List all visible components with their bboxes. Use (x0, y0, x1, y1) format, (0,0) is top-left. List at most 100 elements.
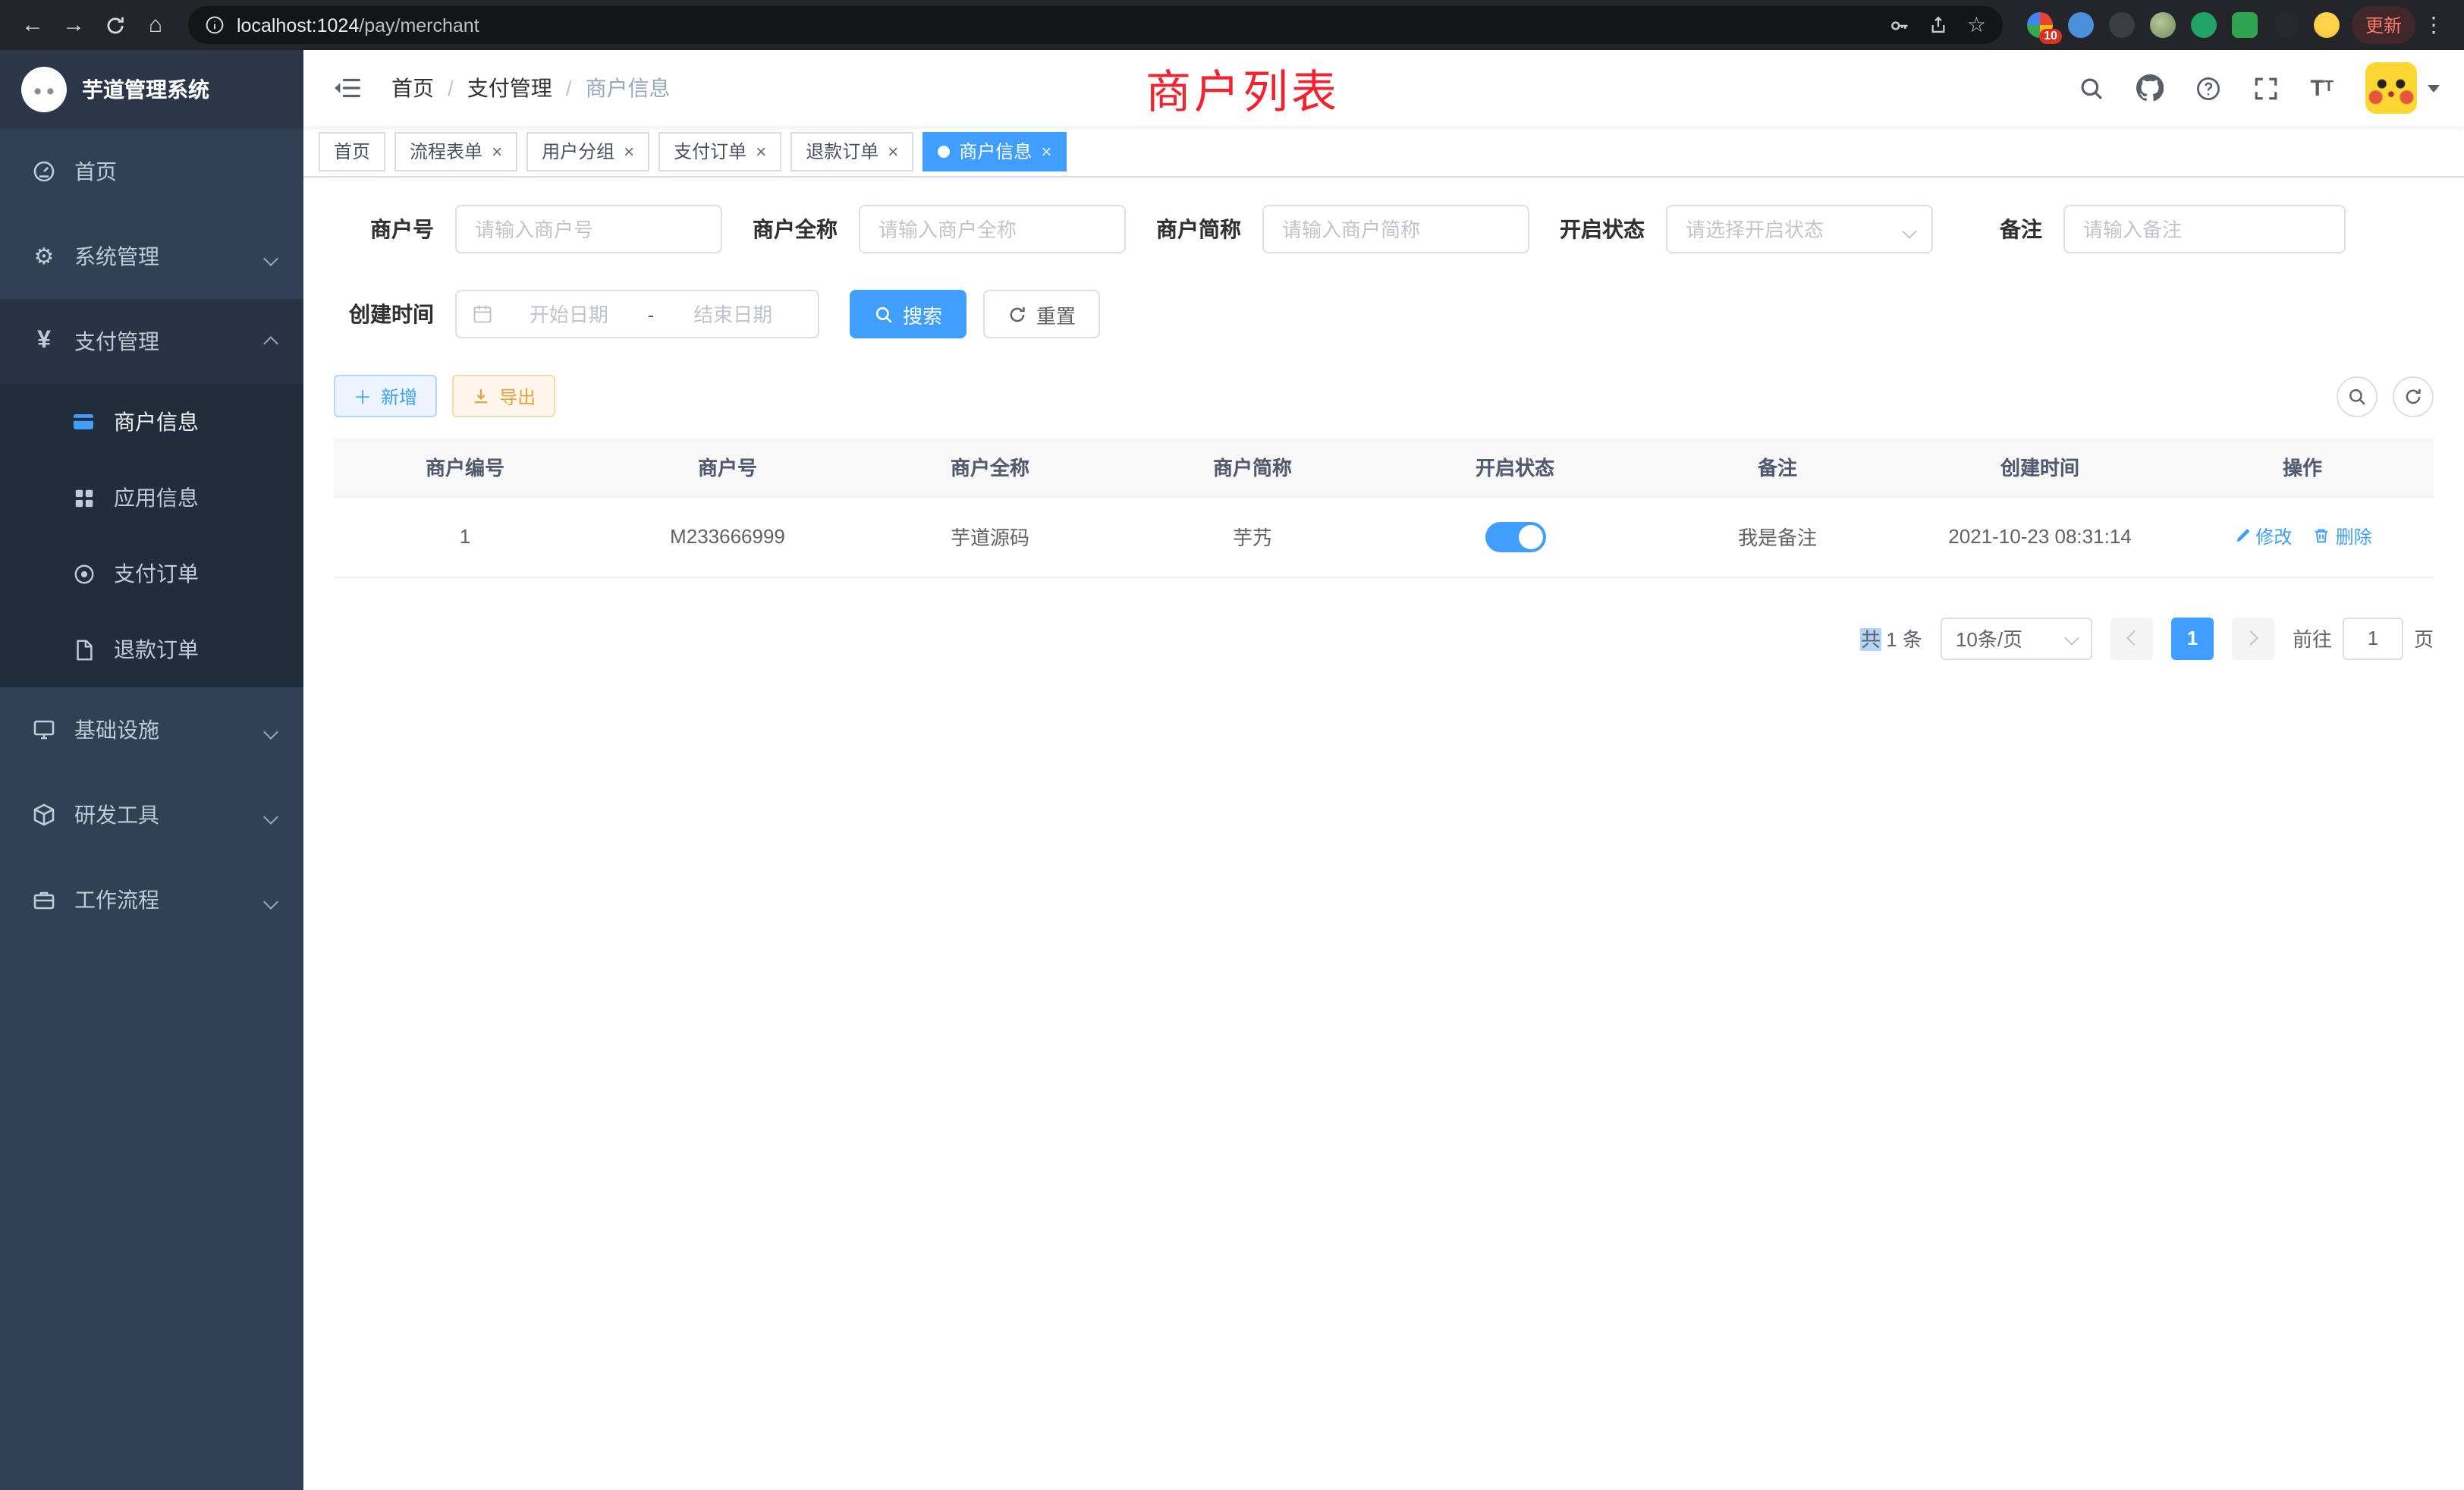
extension-icon[interactable] (2068, 12, 2094, 38)
remark-input[interactable] (2063, 205, 2346, 253)
date-range-picker[interactable]: - (455, 290, 819, 338)
sidebar-item-workflow[interactable]: 工作流程 (0, 857, 303, 942)
sidebar-item-label: 系统管理 (74, 241, 159, 272)
github-icon[interactable] (2136, 74, 2163, 102)
briefcase-icon (30, 888, 58, 912)
page-size-select[interactable]: 10条/页 (1941, 617, 2092, 659)
forward-icon[interactable]: → (53, 5, 94, 46)
tab-pay-orders[interactable]: 支付订单 × (658, 131, 781, 171)
goto-page-input[interactable] (2343, 617, 2403, 659)
reset-button[interactable]: 重置 (983, 290, 1100, 338)
column-header: 操作 (2171, 439, 2434, 496)
close-icon[interactable]: × (1041, 142, 1051, 160)
home-icon[interactable]: ⌂ (135, 5, 176, 46)
chevron-up-icon (266, 329, 276, 354)
merchant-full-name-input[interactable] (859, 205, 1126, 253)
close-icon[interactable]: × (756, 142, 766, 160)
browser-update-button[interactable]: 更新 (2352, 6, 2415, 44)
extension-icon[interactable] (2314, 12, 2340, 38)
next-page-button[interactable] (2232, 617, 2274, 659)
sidebar-item-home[interactable]: 首页 (0, 129, 303, 214)
status-toggle[interactable] (1485, 521, 1545, 552)
text-input[interactable] (1282, 218, 1510, 240)
status-select[interactable] (1666, 205, 1933, 253)
table-header: 商户编号 商户号 商户全称 商户简称 开启状态 备注 创建时间 操作 (334, 439, 2434, 496)
font-size-icon[interactable]: TT (2310, 77, 2334, 99)
page-number-button[interactable]: 1 (2171, 617, 2214, 659)
browser-menu-icon[interactable]: ⋮ (2415, 12, 2452, 38)
tab-process-form[interactable]: 流程表单 × (394, 131, 517, 171)
extension-icon[interactable] (2232, 12, 2258, 38)
sidebar: 芋道管理系统 首页 ⚙ 系统管理 ¥ 支付管理 (0, 50, 303, 1490)
export-button[interactable]: 导出 (452, 375, 555, 417)
breadcrumb-payment[interactable]: 支付管理 (467, 73, 552, 103)
user-menu[interactable] (2365, 62, 2440, 114)
password-key-icon[interactable] (1890, 14, 1911, 36)
tab-merchant-info[interactable]: 商户信息 × (922, 131, 1067, 171)
sidebar-item-pay-orders[interactable]: 支付订单 (0, 536, 303, 611)
breadcrumb-home[interactable]: 首页 (391, 73, 434, 103)
add-button[interactable]: ＋ 新增 (334, 375, 437, 417)
refresh-table-button[interactable] (2393, 376, 2434, 417)
reload-icon[interactable] (94, 5, 135, 46)
breadcrumb-separator: / (566, 76, 572, 100)
field-label: 商户全称 (753, 214, 838, 244)
edit-link[interactable]: 修改 (2233, 523, 2292, 549)
cell-create-time: 2021-10-23 08:31:14 (1909, 496, 2171, 577)
bookmark-star-icon[interactable]: ☆ (1967, 12, 1986, 38)
text-input[interactable] (2083, 218, 2326, 240)
sidebar-toggle-icon[interactable] (328, 76, 367, 100)
toggle-search-button[interactable] (2337, 376, 2378, 417)
extension-icon[interactable] (2150, 12, 2176, 38)
fullscreen-icon[interactable] (2252, 75, 2278, 101)
logo-avatar (21, 67, 67, 112)
tab-refund-orders[interactable]: 退款订单 × (790, 131, 913, 171)
help-icon[interactable] (2195, 75, 2220, 101)
close-icon[interactable]: × (624, 142, 634, 160)
sidebar-item-merchant-info[interactable]: 商户信息 (0, 384, 303, 460)
sidebar-item-dev-tools[interactable]: 研发工具 (0, 772, 303, 857)
text-input[interactable] (475, 218, 702, 240)
record-circle-icon (70, 562, 97, 585)
chevron-down-icon (2064, 630, 2079, 646)
pagination-total-rest: 1 条 (1881, 628, 1922, 651)
search-button[interactable]: 搜索 (850, 290, 966, 338)
goto-suffix-label: 页 (2414, 624, 2434, 652)
url-bar[interactable]: localhost:1024/pay/merchant ☆ (188, 6, 2003, 44)
add-button-label: 新增 (381, 383, 417, 409)
column-header: 商户号 (596, 439, 859, 496)
navbar-actions: TT (2078, 62, 2440, 114)
page-info-icon[interactable] (205, 15, 225, 35)
tab-home[interactable]: 首页 (319, 131, 385, 171)
sidebar-item-system[interactable]: ⚙ 系统管理 (0, 214, 303, 299)
extension-icon[interactable]: 10 (2027, 12, 2053, 38)
sidebar-item-infrastructure[interactable]: 基础设施 (0, 687, 303, 772)
start-date-input[interactable] (499, 303, 639, 325)
close-icon[interactable]: × (888, 142, 898, 160)
form-item-merchant-short-name: 商户简称 (1156, 205, 1529, 253)
text-input[interactable] (878, 218, 1106, 240)
sidebar-logo[interactable]: 芋道管理系统 (0, 50, 303, 129)
pagination-total-prefix: 共 (1861, 628, 1881, 651)
cell-status (1384, 496, 1646, 577)
end-date-input[interactable] (663, 303, 803, 325)
sidebar-item-app-info[interactable]: 应用信息 (0, 460, 303, 536)
merchant-no-input[interactable] (455, 205, 722, 253)
back-icon[interactable]: ← (12, 5, 53, 46)
close-icon[interactable]: × (492, 142, 502, 160)
sidebar-item-refund-orders[interactable]: 退款订单 (0, 611, 303, 687)
url-path: /pay/merchant (359, 14, 479, 36)
extension-icon[interactable] (2191, 12, 2217, 38)
select-input[interactable] (1686, 218, 1913, 240)
delete-link[interactable]: 删除 (2313, 523, 2372, 549)
breadcrumb-separator: / (448, 76, 454, 100)
tab-user-group[interactable]: 用户分组 × (526, 131, 649, 171)
sidebar-item-payment[interactable]: ¥ 支付管理 (0, 299, 303, 384)
extension-icon[interactable] (2273, 12, 2299, 38)
payment-submenu: 商户信息 应用信息 支付订单 (0, 384, 303, 687)
prev-page-button[interactable] (2110, 617, 2153, 659)
share-icon[interactable] (1929, 15, 1949, 35)
search-icon[interactable] (2078, 75, 2104, 101)
merchant-short-name-input[interactable] (1262, 205, 1529, 253)
extension-icon[interactable] (2109, 12, 2135, 38)
